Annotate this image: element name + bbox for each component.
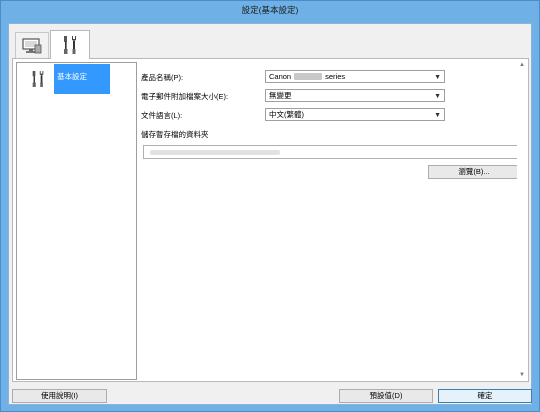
tab-scan-settings[interactable] [15, 32, 49, 59]
chevron-down-icon: ▼ [434, 74, 441, 81]
help-button[interactable]: 使用說明(I) [12, 389, 107, 403]
doc-language-value: 中文(繁體) [269, 110, 304, 119]
vertical-scrollbar[interactable]: ▲ ▼ [517, 60, 527, 380]
settings-tree: 基本設定 [16, 62, 137, 380]
tab-general-settings[interactable] [50, 30, 90, 59]
settings-window: 設定(基本設定) 基本設定 產品名稱(P): Canon series ▼ 電子… [0, 0, 540, 412]
product-name-suffix: series [325, 72, 346, 81]
chevron-down-icon: ▼ [434, 112, 441, 119]
temp-folder-label: 儲存暫存檔的資料夾 [141, 130, 209, 139]
settings-form: 產品名稱(P): Canon series ▼ 電子郵件附加檔案大小(E): 無變… [141, 59, 520, 383]
doc-language-label: 文件語言(L): [141, 111, 183, 120]
product-name-label: 產品名稱(P): [141, 73, 184, 82]
scroll-down-icon[interactable]: ▼ [517, 370, 527, 380]
computer-monitor-icon [22, 38, 42, 54]
product-name-prefix: Canon [269, 72, 292, 81]
window-title: 設定(基本設定) [241, 5, 299, 15]
browse-button[interactable]: 瀏覽(B)... [428, 165, 520, 179]
attachment-size-value: 無變更 [269, 91, 292, 100]
attachment-size-label: 電子郵件附加檔案大小(E): [141, 92, 229, 101]
product-name-select[interactable]: Canon series ▼ [265, 70, 445, 83]
tree-item-label: 基本設定 [54, 64, 110, 94]
dialog-client-area: 基本設定 產品名稱(P): Canon series ▼ 電子郵件附加檔案大小(E… [8, 23, 532, 405]
redacted-model-name [294, 73, 323, 80]
attachment-size-select[interactable]: 無變更 ▼ [265, 89, 445, 102]
doc-language-select[interactable]: 中文(繁體) ▼ [265, 108, 445, 121]
tools-icon [32, 71, 44, 87]
defaults-button[interactable]: 預設值(D) [339, 389, 433, 403]
chevron-down-icon: ▼ [434, 93, 441, 100]
ok-button[interactable]: 確定 [438, 389, 532, 403]
tree-item-general-settings[interactable]: 基本設定 [17, 63, 136, 95]
scroll-up-icon[interactable]: ▲ [517, 60, 527, 70]
temp-folder-path-field[interactable] [143, 145, 520, 159]
tools-icon [64, 36, 76, 54]
settings-panel: 基本設定 產品名稱(P): Canon series ▼ 電子郵件附加檔案大小(E… [12, 58, 529, 382]
redacted-folder-path [150, 150, 280, 155]
